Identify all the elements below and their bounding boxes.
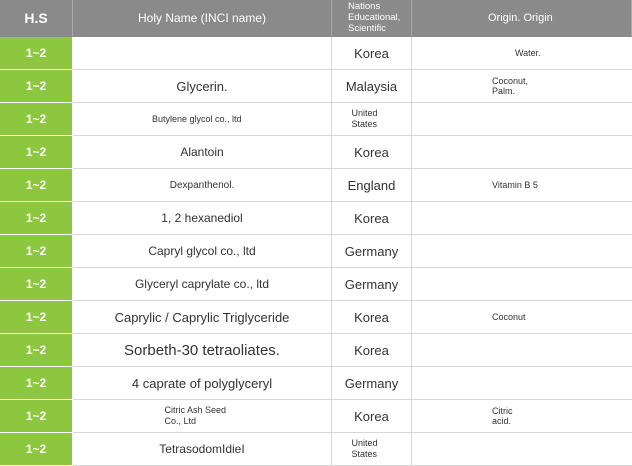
hs-cell: 1~2 [0, 169, 73, 202]
country-text: United States [351, 438, 378, 459]
table-row: 1~2 Dexpanthenol. England Vitamin B 5 [0, 169, 632, 202]
country-cell: Korea [332, 301, 412, 333]
country-cell: Korea [332, 400, 412, 432]
inci-name-cell: Dexpanthenol. [73, 169, 332, 201]
table-row: 1~2 Citric Ash Seed Co., Ltd Korea Citri… [0, 400, 632, 433]
country-text: United States [351, 108, 378, 129]
ingredient-table: H.S Holy Name (INCI name) Nations Educat… [0, 0, 632, 466]
country-cell: Germany [332, 235, 412, 267]
table-row: 1~2 Glycerin. Malaysia Coconut, Palm. [0, 70, 632, 103]
country-cell: Korea [332, 136, 412, 168]
origin-cell: Coconut [492, 312, 526, 322]
hs-cell: 1~2 [0, 136, 73, 169]
hs-cell: 1~2 [0, 37, 73, 70]
origin-cell [412, 235, 632, 267]
country-cell: Malaysia [332, 70, 412, 102]
origin-cell [412, 367, 632, 399]
table-row: 1~2 Sorbeth-30 tetraoliates. Korea [0, 334, 632, 367]
country-cell: United States [332, 433, 412, 465]
origin-cell [412, 136, 632, 168]
country-cell: Korea [332, 334, 412, 366]
country-cell: United States [332, 103, 412, 135]
origin-cell: Vitamin B 5 [492, 180, 538, 190]
origin-cell [412, 103, 632, 135]
table-row: 1~2 Glyceryl caprylate co., ltd Germany [0, 268, 632, 301]
hs-cell: 1~2 [0, 367, 73, 400]
inci-name-cell: Caprylic / Caprylic Triglyceride [73, 301, 332, 333]
inci-name-cell: TetrasodomIdieI [73, 433, 332, 465]
table-row: 1~2 Capryl glycol co., ltd Germany [0, 235, 632, 268]
origin-cell: Coconut, Palm. [412, 70, 632, 102]
inci-name-text: Citric Ash Seed Co., Ltd [164, 405, 227, 426]
table-row: 1~2 TetrasodomIdieI United States [0, 433, 632, 466]
inci-name-cell: Butylene glycol co., ltd [73, 103, 332, 135]
hs-cell: 1~2 [0, 433, 73, 466]
header-hs: H.S [0, 0, 73, 36]
country-cell: Germany [332, 268, 412, 300]
origin-text: Citric acid. [492, 406, 513, 426]
table-row: 1~2 1, 2 hexanediol Korea [0, 202, 632, 235]
header-origin: Origin. Origin [412, 0, 632, 36]
hs-cell: 1~2 [0, 334, 73, 367]
hs-cell: 1~2 [0, 202, 73, 235]
hs-cell: 1~2 [0, 235, 73, 268]
hs-cell: 1~2 [0, 301, 73, 334]
origin-cell [412, 202, 632, 234]
hs-cell: 1~2 [0, 103, 73, 136]
inci-name-cell: Citric Ash Seed Co., Ltd [73, 400, 332, 432]
origin-cell [412, 268, 632, 300]
origin-text: Water. [515, 48, 541, 58]
table-row: 1~2 Korea Water. [0, 37, 632, 70]
table-row: 1~2 Alantoin Korea [0, 136, 632, 169]
inci-name-text: Butylene glycol co., ltd [152, 113, 242, 124]
inci-name-cell: 1, 2 hexanediol [73, 202, 332, 234]
origin-text: Coconut, Palm. [492, 76, 529, 96]
inci-name-cell: Sorbeth-30 tetraoliates. [73, 334, 332, 366]
inci-name-cell: Glyceryl caprylate co., ltd [73, 268, 332, 300]
origin-cell [412, 433, 632, 465]
inci-name-cell: Glycerin. [73, 70, 332, 102]
inci-name-cell: Alantoin [73, 136, 332, 168]
header-country: Nations Educational, Scientific [332, 0, 412, 36]
country-cell: Korea [332, 202, 412, 234]
hs-cell: 1~2 [0, 70, 73, 103]
inci-name-cell [73, 37, 332, 69]
origin-cell: Water. [412, 37, 632, 69]
table-row: 1~2 Butylene glycol co., ltd United Stat… [0, 103, 632, 136]
hs-cell: 1~2 [0, 400, 73, 433]
origin-cell: Citric acid. [412, 400, 632, 432]
table-row: 1~2 4 caprate of polyglyceryl Germany [0, 367, 632, 400]
country-cell: England [332, 169, 412, 201]
table-row: 1~2 Caprylic / Caprylic Triglyceride Kor… [0, 301, 632, 334]
header-inci-name: Holy Name (INCI name) [73, 0, 332, 36]
hs-cell: 1~2 [0, 268, 73, 301]
origin-cell [412, 334, 632, 366]
inci-name-cell: Capryl glycol co., ltd [73, 235, 332, 267]
inci-name-cell: 4 caprate of polyglyceryl [73, 367, 332, 399]
country-cell: Korea [332, 37, 412, 69]
country-cell: Germany [332, 367, 412, 399]
table-header: H.S Holy Name (INCI name) Nations Educat… [0, 0, 632, 37]
